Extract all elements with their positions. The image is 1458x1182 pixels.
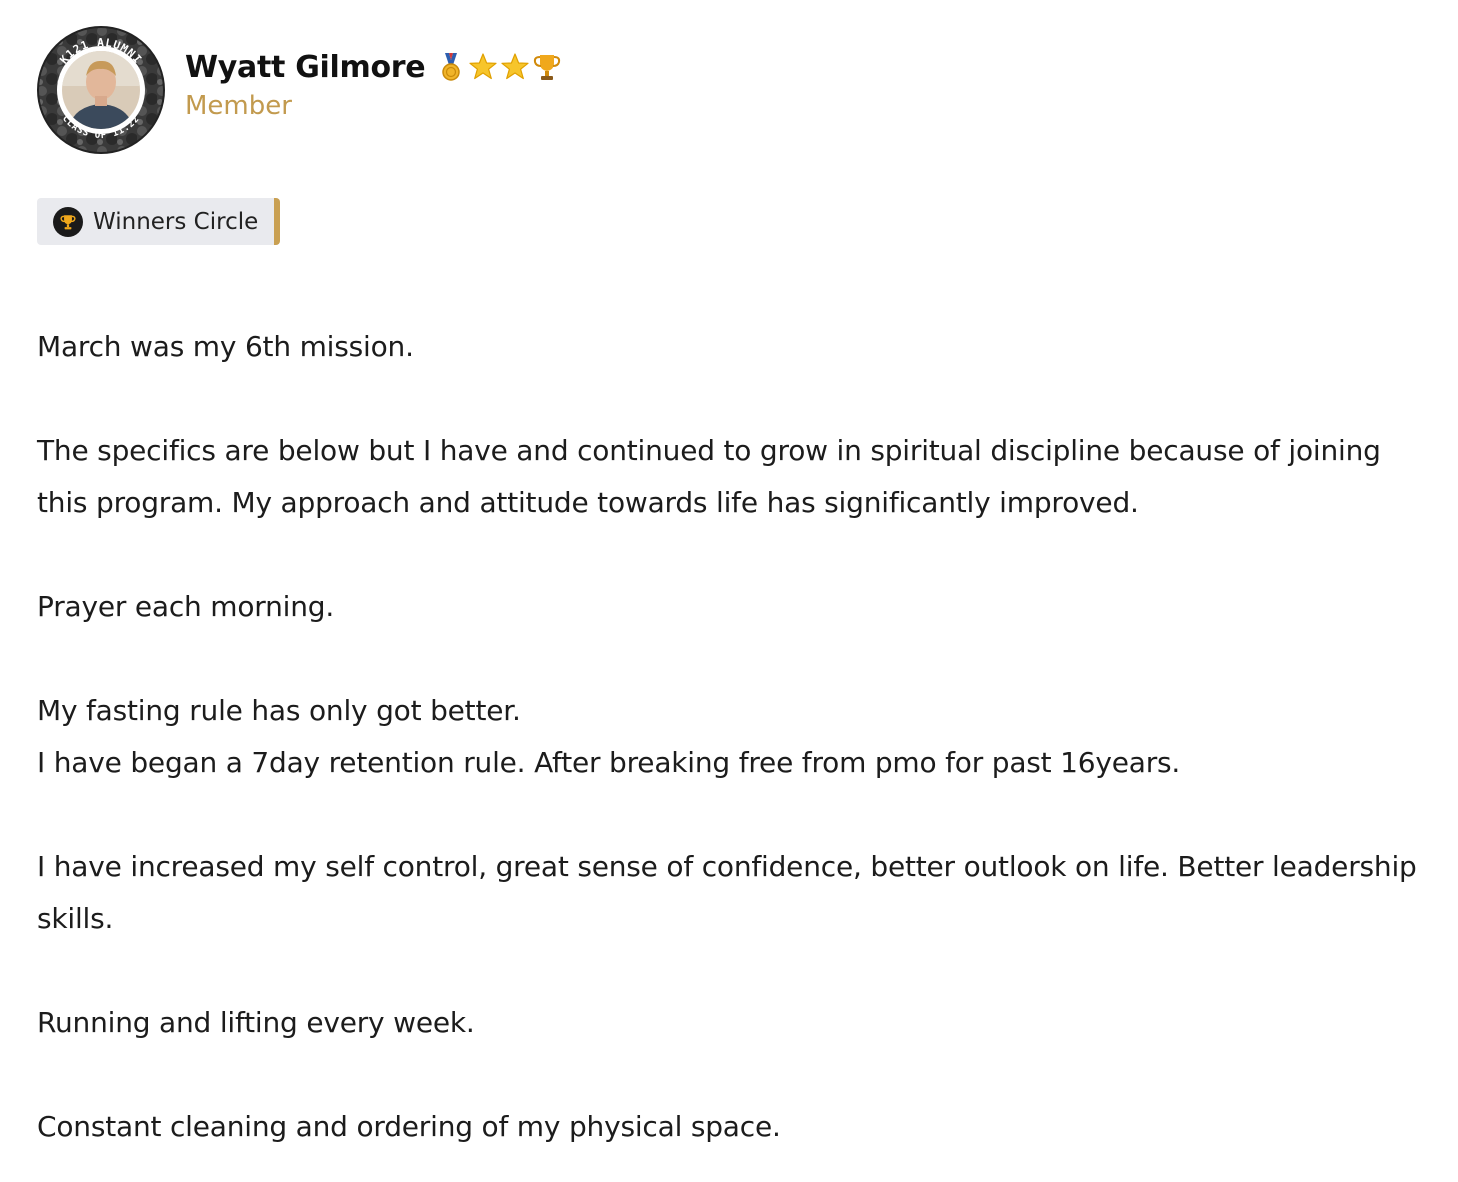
post-line: I have increased my self control, great …: [37, 850, 1417, 935]
post-paragraph: The specifics are below but I have and c…: [37, 425, 1427, 529]
post-line: The specifics are below but I have and c…: [37, 434, 1381, 519]
post-body: March was my 6th mission. The specifics …: [37, 321, 1427, 1153]
author-name[interactable]: Wyatt Gilmore: [185, 50, 426, 85]
post-paragraph: I have increased my self control, great …: [37, 841, 1427, 945]
post-paragraph: March was my 6th mission.: [37, 321, 1427, 373]
medal-icon: [435, 51, 467, 83]
author-meta: Wyatt Gilmore Member: [185, 50, 563, 121]
post-line: Running and lifting every week.: [37, 1006, 475, 1039]
post-paragraph: Prayer each morning.: [37, 581, 1427, 633]
post-line: I have began a 7day retention rule. Afte…: [37, 746, 1181, 779]
trophy-icon: [53, 206, 83, 237]
post-paragraph: My fasting rule has only got better. I h…: [37, 685, 1427, 789]
avatar[interactable]: K121 ALUMNI CLASS OF 11.22: [37, 26, 165, 154]
post-line: Constant cleaning and ordering of my phy…: [37, 1110, 781, 1143]
avatar-image: K121 ALUMNI CLASS OF 11.22: [37, 26, 165, 154]
post-paragraph: Running and lifting every week.: [37, 997, 1427, 1049]
author-badges: [435, 51, 563, 83]
author-header: K121 ALUMNI CLASS OF 11.22 Wyatt Gilmore: [37, 26, 1427, 154]
category-tag[interactable]: Winners Circle: [37, 198, 281, 245]
post-line: March was my 6th mission.: [37, 330, 414, 363]
post: K121 ALUMNI CLASS OF 11.22 Wyatt Gilmore: [37, 26, 1427, 1153]
star-icon: [499, 51, 531, 83]
post-paragraph: Constant cleaning and ordering of my phy…: [37, 1101, 1427, 1153]
post-line: Prayer each morning.: [37, 590, 335, 623]
star-icon: [467, 51, 499, 83]
category-label: Winners Circle: [93, 208, 259, 235]
trophy-icon: [531, 51, 563, 83]
author-role: Member: [185, 90, 292, 121]
post-line: My fasting rule has only got better.: [37, 694, 521, 727]
author-name-line: Wyatt Gilmore: [185, 50, 563, 85]
